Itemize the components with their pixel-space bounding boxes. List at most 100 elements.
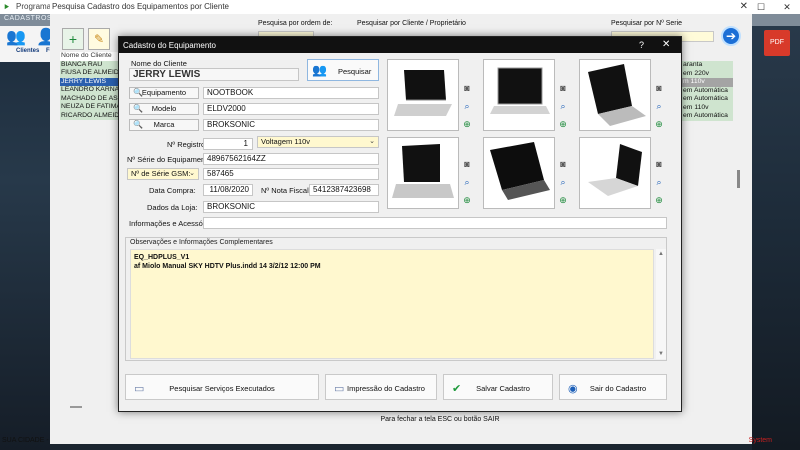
marca-search-button[interactable]: 🔍 Marca	[129, 119, 199, 131]
list-item[interactable]: em Automática	[681, 95, 733, 104]
scroll-down-icon[interactable]: ▼	[656, 349, 666, 359]
photo-controls-2: ◙ ⌕ ⊕	[557, 79, 569, 133]
scrollbar-thumb[interactable]	[737, 170, 740, 188]
equipment-dialog: Cadastro do Equipamento ? ✕ Nome do Clie…	[118, 36, 682, 412]
pdf-icon[interactable]: PDF	[764, 30, 790, 56]
edit-icon[interactable]: ✎	[88, 28, 110, 50]
gsm-select[interactable]: Nº de Série GSM: ⌄	[127, 168, 199, 180]
photo-controls-3: ◙ ⌕ ⊕	[653, 79, 665, 133]
zoom-icon[interactable]: ⌕	[557, 97, 569, 115]
zoom-icon[interactable]: ⌕	[461, 173, 473, 191]
gsm-field[interactable]: 587465	[203, 168, 379, 180]
salvar-button[interactable]: ✔ Salvar Cadastro	[443, 374, 553, 400]
list-item[interactable]: FIUSA DE ALMEIDA	[60, 69, 122, 78]
marca-label: Marca	[153, 120, 175, 129]
modelo-search-button[interactable]: 🔍 Modelo	[129, 103, 199, 115]
camera-icon[interactable]: ◙	[461, 79, 473, 97]
photo-controls-5: ◙ ⌕ ⊕	[557, 155, 569, 209]
search-window-title: Pesquisa Cadastro dos Equipamentos por C…	[52, 2, 229, 11]
pesquisar-button[interactable]: 👥 Pesquisar	[307, 59, 379, 81]
modelo-field[interactable]: ELDV2000	[203, 103, 379, 115]
camera-icon[interactable]: ◙	[653, 155, 665, 173]
observations-textarea[interactable]: EQ_HDPLUS_V1 af Miolo Manual SKY HDTV Pl…	[130, 249, 654, 359]
add-photo-icon[interactable]: ⊕	[653, 115, 665, 133]
photo-slot-2[interactable]	[483, 59, 555, 131]
equipamento-search-button[interactable]: 🔍 Equipamento	[129, 87, 199, 99]
salvar-label: Salvar Cadastro	[476, 384, 530, 393]
serie-field[interactable]: 48967562164ZZ	[203, 153, 379, 165]
list-item[interactable]: em 110v	[681, 103, 733, 112]
chevron-down-icon: ⌄	[369, 138, 375, 145]
compra-label: Data Compra:	[149, 186, 196, 195]
gsm-label: Nº de Série GSM:	[131, 169, 191, 178]
photo-slot-3[interactable]	[579, 59, 651, 131]
info-field[interactable]	[203, 217, 667, 229]
compra-field[interactable]: 11/08/2020	[203, 184, 253, 196]
list-item[interactable]: RICARDO ALMEIDA	[60, 111, 122, 120]
add-photo-icon[interactable]: ⊕	[557, 191, 569, 209]
impressao-button[interactable]: ▭ Impressão do Cadastro	[325, 374, 437, 400]
zoom-icon[interactable]: ⌕	[461, 97, 473, 115]
list-item-selected[interactable]: JERRY LEWIS	[60, 77, 122, 86]
zoom-icon[interactable]: ⌕	[557, 173, 569, 191]
list-item[interactable]: LEANDRO KARNAL	[60, 86, 122, 95]
list-item-selected[interactable]: m 110v	[681, 78, 733, 87]
nf-field[interactable]: 5412387423698	[309, 184, 379, 196]
sair-label: Sair do Cadastro	[589, 384, 647, 393]
photo-slot-5[interactable]	[483, 137, 555, 209]
add-photo-icon[interactable]: ⊕	[557, 115, 569, 133]
client-list: Nome do Cliente BIANCA RAU FIUSA DE ALME…	[60, 52, 122, 120]
search-arrow-button[interactable]: ➔	[721, 26, 741, 46]
client-name-field[interactable]: JERRY LEWIS	[129, 68, 299, 81]
dialog-close-icon[interactable]: ✕	[662, 39, 670, 50]
add-photo-icon[interactable]: ⊕	[461, 191, 473, 209]
list-item[interactable]: em Automática	[681, 112, 733, 121]
voltagem-select[interactable]: Voltagem 110v ⌄	[257, 136, 379, 148]
dialog-title: Cadastro do Equipamento	[123, 41, 216, 50]
help-icon[interactable]: ?	[639, 40, 644, 50]
marca-field[interactable]: BROKSONIC	[203, 119, 379, 131]
list-item[interactable]: MACHADO DE ASS	[60, 94, 122, 103]
sair-button[interactable]: ◉ Sair do Cadastro	[559, 374, 667, 400]
camera-icon[interactable]: ◙	[557, 79, 569, 97]
registro-field[interactable]: 1	[203, 138, 253, 150]
photo-slot-4[interactable]	[387, 137, 459, 209]
scroll-up-icon[interactable]: ▲	[656, 249, 666, 259]
list-item[interactable]: NEUZA DE FATIMA	[60, 103, 122, 112]
list-item[interactable]: aranta	[681, 61, 733, 70]
camera-icon[interactable]: ◙	[557, 155, 569, 173]
equipamento-label: Equipamento	[141, 88, 187, 97]
add-photo-icon[interactable]: ⊕	[653, 191, 665, 209]
camera-icon[interactable]: ◙	[653, 79, 665, 97]
loja-field[interactable]: BROKSONIC	[203, 201, 379, 213]
photo-controls-4: ◙ ⌕ ⊕	[461, 155, 473, 209]
serie-label: Nº Série do Equipamento:	[127, 155, 214, 164]
zoom-icon[interactable]: ⌕	[653, 97, 665, 115]
observations-label: Observações e Informações Complementares	[130, 239, 273, 246]
pesquisar-servicos-button[interactable]: ▭ Pesquisar Serviços Executados	[125, 374, 319, 400]
clientes-button[interactable]: 👥 Clientes	[2, 28, 39, 62]
list-header: Nome do Cliente	[60, 52, 122, 61]
list-item[interactable]: em Automática	[681, 86, 733, 95]
laptop-image	[394, 70, 452, 116]
photo-controls-1: ◙ ⌕ ⊕	[461, 79, 473, 133]
equipamento-field[interactable]: NOOTBOOK	[203, 87, 379, 99]
laptop-image	[490, 142, 550, 200]
magnifier-icon: 🔍	[133, 120, 143, 129]
laptop-image	[588, 64, 646, 126]
search-window-close-icon[interactable]: ✕	[740, 1, 748, 12]
camera-icon[interactable]: ◙	[461, 155, 473, 173]
photo-slot-1[interactable]	[387, 59, 459, 131]
list-scrollbar[interactable]	[737, 60, 741, 410]
list-item[interactable]: em 220v	[681, 69, 733, 78]
zoom-icon[interactable]: ⌕	[653, 173, 665, 191]
serial-search-label: Pesquisar por Nº Serie	[611, 20, 683, 27]
list-item[interactable]: BIANCA RAU	[60, 60, 122, 69]
close-icon[interactable]: ✕	[774, 0, 800, 14]
photo-slot-6[interactable]	[579, 137, 651, 209]
add-icon[interactable]: +	[62, 28, 84, 50]
client-name-label: Nome do Cliente	[131, 59, 187, 68]
pesquisar-servicos-label: Pesquisar Serviços Executados	[169, 384, 275, 393]
observations-scrollbar[interactable]: ▲ ▼	[656, 249, 666, 359]
add-photo-icon[interactable]: ⊕	[461, 115, 473, 133]
